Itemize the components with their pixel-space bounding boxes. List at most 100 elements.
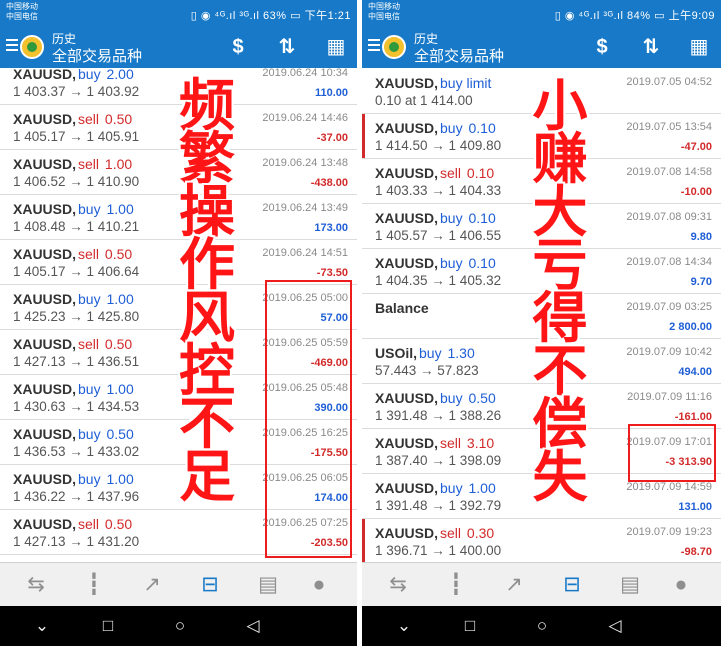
sort-icon[interactable]: ⇅ <box>637 34 665 60</box>
symbol-label: USOil, <box>375 345 418 361</box>
trade-symbol: XAUUSD, sell 0.50 <box>13 516 132 532</box>
trade-profit: -10.00 <box>680 186 712 198</box>
page-title[interactable]: 全部交易品种 <box>414 45 504 66</box>
left-screenshot: 中国移动 中国电信 ▯ ◉ ⁴ᴳ.ıl ³ᴳ.ıl 63% ▭ 下午1:21 历… <box>0 0 357 646</box>
trade-volume: 0.50 <box>104 246 133 262</box>
messages-icon[interactable]: ● <box>305 571 333 599</box>
trade-time: 2019.07.08 14:34 <box>626 256 712 268</box>
annotation-char: 大 <box>532 180 588 244</box>
trade-symbol: XAUUSD, buy 2.00 <box>13 68 134 82</box>
trade-side: buy <box>78 291 101 307</box>
recents-icon[interactable]: ○ <box>531 615 553 637</box>
annotation-char: 不 <box>532 339 588 403</box>
sort-icon[interactable]: ⇅ <box>273 34 301 60</box>
symbol-label: XAUUSD, <box>13 426 77 442</box>
trade-icon[interactable]: ↗ <box>500 571 528 599</box>
trade-symbol: XAUUSD, sell 1.00 <box>13 156 132 172</box>
back-icon[interactable]: ⌄ <box>31 615 53 637</box>
trade-side: sell <box>78 516 100 532</box>
trade-volume: 1.00 <box>106 471 134 487</box>
news-icon[interactable]: ▤ <box>616 571 644 599</box>
messages-icon[interactable]: ● <box>667 571 695 599</box>
trade-symbol: XAUUSD, buy 0.50 <box>13 426 134 442</box>
annotation-char: 繁 <box>179 127 235 192</box>
annotation-char: 亏 <box>532 233 588 297</box>
quotes-icon[interactable]: ⇆ <box>384 571 412 599</box>
trade-prices: 1 408.48 → 1 410.21 <box>13 219 140 234</box>
carrier-label: 中国移动 <box>6 2 38 11</box>
back-icon[interactable]: ⌄ <box>393 615 415 637</box>
trade-side: sell <box>78 246 100 262</box>
annotation-char: 操 <box>179 180 235 245</box>
trade-icon[interactable]: ↗ <box>138 571 166 599</box>
trade-prices: 1 436.22 → 1 437.96 <box>13 489 140 504</box>
notification-icon[interactable]: ◁ <box>604 615 626 637</box>
annotation-char: 小 <box>532 74 588 138</box>
trade-profit: -47.00 <box>680 141 712 153</box>
trade-side: buy <box>78 471 101 487</box>
carrier-label: 中国移动 <box>368 2 400 11</box>
chart-icon[interactable]: ┇ <box>80 571 108 599</box>
status-indicators: ▯ ◉ ⁴ᴳ.ıl ³ᴳ.ıl 63% ▭ 下午1:21 <box>190 10 351 22</box>
currency-toggle-icon[interactable]: $ <box>224 34 252 60</box>
bottom-tab-bar: ⇆ ┇ ↗ ⊟ ▤ ● <box>0 562 357 606</box>
recents-icon[interactable]: ○ <box>169 615 191 637</box>
menu-icon[interactable] <box>368 39 380 53</box>
symbol-label: XAUUSD, <box>13 68 77 82</box>
history-icon[interactable]: ⊟ <box>558 571 586 599</box>
notification-icon[interactable]: ◁ <box>242 615 264 637</box>
page-title[interactable]: 全部交易品种 <box>52 45 142 66</box>
app-logo-icon[interactable] <box>382 35 406 59</box>
trade-time: 2019.07.05 13:54 <box>626 121 712 133</box>
trade-volume: 0.10 <box>468 255 496 271</box>
trade-side: buy <box>440 480 463 496</box>
menu-icon[interactable] <box>6 39 18 53</box>
symbol-label: XAUUSD, <box>375 435 439 451</box>
trade-symbol: XAUUSD, buy 1.00 <box>13 381 134 397</box>
symbol-label: XAUUSD, <box>375 255 439 271</box>
chart-icon[interactable]: ┇ <box>442 571 470 599</box>
trade-prices: 1 391.48 → 1 392.79 <box>375 498 502 513</box>
trade-side: sell <box>440 165 462 181</box>
trade-symbol: XAUUSD, sell 0.50 <box>13 246 132 262</box>
trade-volume: 1.00 <box>106 381 134 397</box>
trade-prices: 1 404.35 → 1 405.32 <box>375 273 502 288</box>
symbol-label: XAUUSD, <box>375 165 439 181</box>
symbol-label: XAUUSD, <box>13 201 77 217</box>
history-icon[interactable]: ⊟ <box>196 571 224 599</box>
symbol-label: XAUUSD, <box>375 75 439 91</box>
trade-volume: 1.00 <box>104 156 133 172</box>
trade-volume: 0.50 <box>468 390 496 406</box>
home-icon[interactable]: □ <box>459 615 481 637</box>
trade-side: sell <box>78 111 100 127</box>
quotes-icon[interactable]: ⇆ <box>22 571 50 599</box>
annotation-char: 赚 <box>532 127 588 191</box>
trade-symbol: XAUUSD, sell 3.10 <box>375 435 494 451</box>
trade-side: sell <box>78 336 100 352</box>
trade-profit: 9.80 <box>690 231 712 243</box>
trade-profit: 2 800.00 <box>669 321 712 333</box>
trade-prices: 1 403.37 → 1 403.92 <box>13 84 140 99</box>
app-logo-icon[interactable] <box>20 35 44 59</box>
calendar-icon[interactable]: ▦ <box>322 34 350 60</box>
trade-volume: 0.10 <box>468 120 496 136</box>
home-icon[interactable]: □ <box>97 615 119 637</box>
trade-symbol: XAUUSD, buy limit <box>375 75 491 91</box>
trade-side: sell <box>440 435 462 451</box>
trade-symbol: XAUUSD, sell 0.30 <box>375 525 494 541</box>
trade-volume: 1.00 <box>106 201 134 217</box>
symbol-label: XAUUSD, <box>13 381 77 397</box>
calendar-icon[interactable]: ▦ <box>685 34 713 60</box>
news-icon[interactable]: ▤ <box>254 571 282 599</box>
trade-symbol: XAUUSD, buy 0.10 <box>375 120 496 136</box>
symbol-label: XAUUSD, <box>13 156 77 172</box>
trade-prices: 0.10 at 1 414.00 <box>375 93 473 108</box>
trade-side: buy <box>419 345 442 361</box>
trade-side: buy <box>440 390 463 406</box>
annotation-box <box>628 424 716 482</box>
annotation-char: 偿 <box>532 392 588 456</box>
list-item[interactable]: XAUUSD, sell 0.30 1 396.71 → 1 400.00 2019.… <box>362 519 721 562</box>
currency-toggle-icon[interactable]: $ <box>588 34 616 60</box>
trade-prices: 1 436.53 → 1 433.02 <box>13 444 140 459</box>
symbol-label: XAUUSD, <box>375 210 439 226</box>
